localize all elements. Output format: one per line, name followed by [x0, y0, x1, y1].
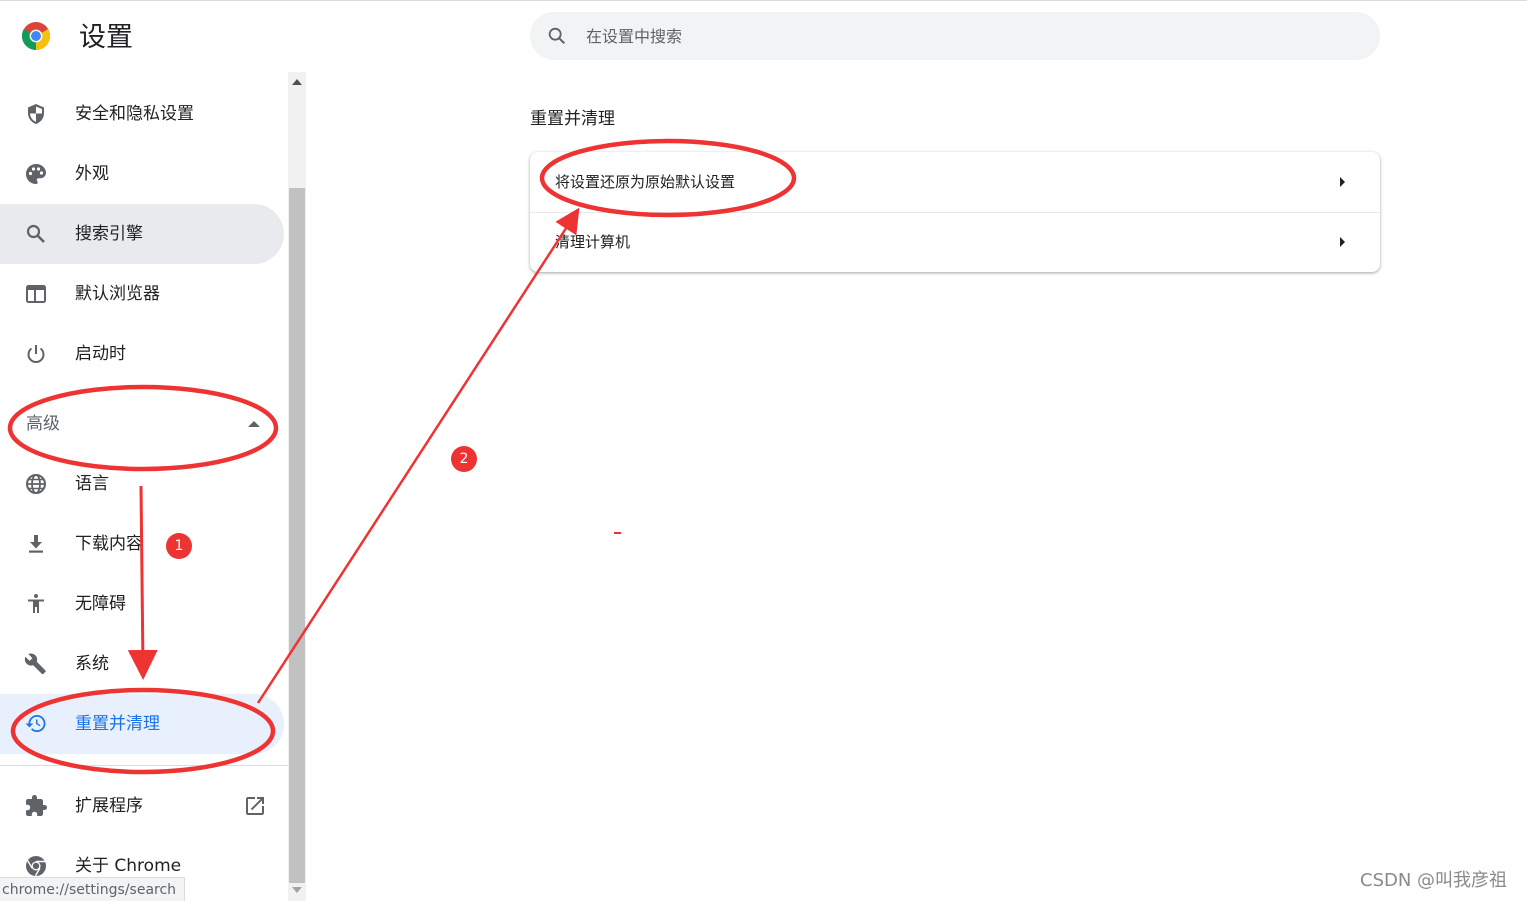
sidebar-item-label: 下载内容: [75, 534, 143, 554]
download-icon: [29, 535, 43, 553]
advanced-label: 高级: [26, 414, 60, 434]
window-top-border: [0, 0, 1527, 1]
status-bar-url: chrome://settings/search: [0, 877, 186, 901]
sidebar-item-on-startup[interactable]: 启动时: [0, 324, 284, 384]
settings-search-bar[interactable]: [530, 12, 1380, 60]
sidebar-item-label: 搜索引擎: [75, 224, 143, 244]
sidebar-item-label: 外观: [75, 164, 109, 184]
sidebar-item-default-browser[interactable]: 默认浏览器: [0, 264, 284, 324]
sidebar-item-label: 默认浏览器: [75, 284, 160, 304]
row-label: 清理计算机: [555, 233, 631, 251]
sidebar-item-label: 扩展程序: [75, 796, 143, 816]
sidebar-item-label: 语言: [75, 474, 109, 494]
search-icon: [26, 224, 45, 243]
arrow-right-icon: [1340, 177, 1345, 187]
restore-defaults-row[interactable]: 将设置还原为原始默认设置: [530, 152, 1380, 212]
restore-icon: [25, 715, 46, 732]
shield-icon: [28, 104, 44, 124]
wrench-icon: [24, 653, 46, 675]
annotation-dash-mark: [614, 532, 621, 534]
sidebar-item-label: 系统: [75, 654, 109, 674]
chrome-logo-icon: [22, 22, 50, 50]
sidebar-item-appearance[interactable]: 外观: [0, 144, 284, 204]
sidebar-item-languages[interactable]: 语言: [0, 454, 284, 514]
sidebar-item-label: 重置并清理: [75, 714, 160, 734]
accessibility-icon: [28, 594, 44, 613]
sidebar-item-label: 无障碍: [75, 594, 126, 614]
globe-icon: [26, 474, 46, 494]
section-title: 重置并清理: [530, 109, 615, 129]
sidebar-item-downloads[interactable]: 下载内容: [0, 514, 284, 574]
browser-window-icon: [26, 285, 46, 303]
sidebar-item-search-engine[interactable]: 搜索引擎: [0, 204, 284, 264]
chrome-icon: [26, 856, 46, 877]
sidebar-item-system[interactable]: 系统: [0, 634, 284, 694]
annotation-badge-2: 2: [451, 446, 477, 472]
sidebar-item-label: 启动时: [75, 344, 126, 364]
annotation-badge-1: 1: [166, 533, 192, 559]
puzzle-icon: [26, 795, 47, 816]
search-input[interactable]: [586, 12, 1346, 60]
page-title: 设置: [79, 22, 133, 53]
scroll-down-arrow-icon[interactable]: [292, 887, 302, 893]
sidebar-divider: [0, 765, 288, 766]
clean-up-computer-row[interactable]: 清理计算机: [530, 212, 1380, 272]
sidebar-item-accessibility[interactable]: 无障碍: [0, 574, 284, 634]
search-icon[interactable]: [546, 25, 568, 47]
sidebar-scrollbar[interactable]: [288, 72, 306, 901]
power-icon: [27, 345, 45, 363]
advanced-section-toggle[interactable]: 高级: [0, 394, 284, 454]
row-label: 将设置还原为原始默认设置: [555, 173, 736, 191]
palette-icon: [26, 164, 46, 184]
scroll-up-arrow-icon[interactable]: [292, 79, 302, 85]
settings-sidebar: 安全和隐私设置 外观 搜索引擎 默认浏览器 启动时 高级 语言 下载内容 无障碍…: [0, 72, 288, 901]
sidebar-item-privacy[interactable]: 安全和隐私设置: [0, 84, 284, 144]
scrollbar-thumb[interactable]: [289, 188, 305, 883]
sidebar-item-extensions[interactable]: 扩展程序: [0, 776, 284, 836]
open-in-new-icon: [246, 797, 264, 815]
caret-up-icon: [248, 421, 260, 427]
arrow-right-icon: [1340, 237, 1345, 247]
sidebar-item-label: 安全和隐私设置: [75, 104, 194, 124]
watermark: CSDN @叫我彦祖: [1360, 870, 1508, 891]
reset-and-clean-up-card: 将设置还原为原始默认设置 清理计算机: [530, 152, 1380, 272]
sidebar-item-reset-and-clean-up[interactable]: 重置并清理: [0, 694, 284, 754]
